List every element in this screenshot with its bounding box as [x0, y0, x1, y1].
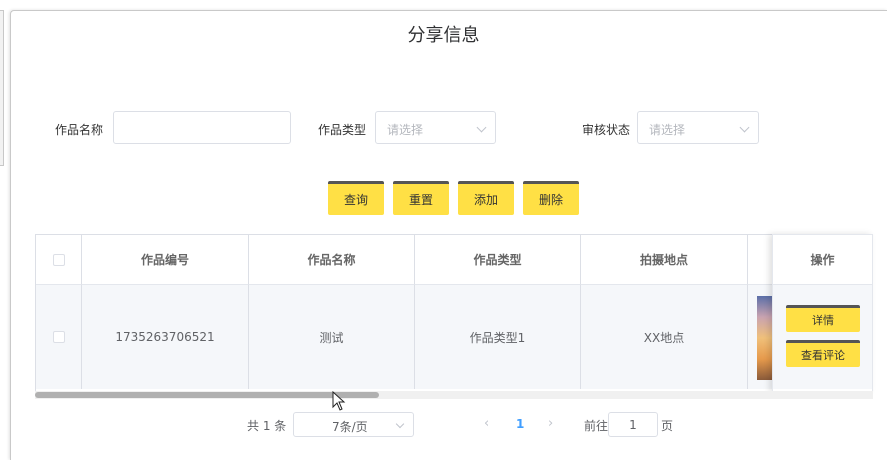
select-all-cell [36, 235, 82, 285]
work-type-label: 作品类型 [318, 123, 367, 137]
table-row[interactable]: 1735263706521 测试 作品类型1 XX地点 [36, 285, 872, 389]
cell-work-name: 测试 [249, 285, 415, 389]
work-name-input[interactable] [113, 111, 291, 144]
chevron-down-icon [739, 122, 750, 133]
row-checkbox[interactable] [52, 331, 65, 343]
review-status-label: 审核状态 [582, 123, 631, 137]
chevron-right-icon[interactable]: › [548, 416, 553, 431]
column-header-id[interactable]: 作品编号 [82, 235, 249, 285]
page-suffix-label: 页 [661, 419, 674, 433]
cell-location: XX地点 [581, 285, 748, 389]
view-comments-button[interactable]: 查看评论 [786, 340, 860, 367]
operations-column: 操作 详情 查看评论 [772, 234, 873, 392]
column-header-name[interactable]: 作品名称 [249, 235, 415, 285]
chevron-down-icon [395, 419, 405, 429]
operations-cell: 详情 查看评论 [773, 285, 872, 389]
query-button[interactable]: 查询 [328, 181, 384, 215]
work-type-placeholder: 请选择 [387, 123, 424, 137]
goto-label: 前往 [584, 419, 609, 433]
reset-button[interactable]: 重置 [393, 181, 449, 215]
work-name-label: 作品名称 [55, 123, 104, 137]
goto-page-input[interactable]: 1 [608, 412, 658, 437]
review-status-placeholder: 请选择 [649, 123, 686, 137]
work-type-select[interactable]: 请选择 [375, 111, 496, 144]
pagination-total: 共 1 条 [247, 419, 287, 433]
chevron-down-icon [476, 122, 487, 133]
row-select-cell [36, 285, 82, 389]
column-header-operations: 操作 [773, 235, 872, 285]
review-status-select[interactable]: 请选择 [637, 111, 759, 144]
page-size-select[interactable]: 7条/页 [293, 412, 414, 437]
works-table: 作品编号 作品名称 作品类型 拍摄地点 1735263706521 测试 作品类… [35, 234, 873, 392]
current-page-number[interactable]: 1 [516, 417, 524, 431]
cell-work-type: 作品类型1 [415, 285, 581, 389]
select-all-checkbox[interactable] [52, 253, 65, 266]
column-header-location[interactable]: 拍摄地点 [581, 235, 748, 285]
detail-button[interactable]: 详情 [786, 305, 860, 332]
column-header-type[interactable]: 作品类型 [415, 235, 581, 285]
scrollbar-thumb[interactable] [35, 392, 379, 398]
mouse-cursor-icon [332, 391, 346, 411]
chevron-left-icon[interactable]: ‹ [484, 416, 489, 431]
add-button[interactable]: 添加 [458, 181, 514, 215]
cell-work-id: 1735263706521 [82, 285, 249, 389]
page-size-value: 7条/页 [332, 420, 368, 434]
page-title: 分享信息 [407, 25, 480, 46]
delete-button[interactable]: 删除 [523, 181, 579, 215]
